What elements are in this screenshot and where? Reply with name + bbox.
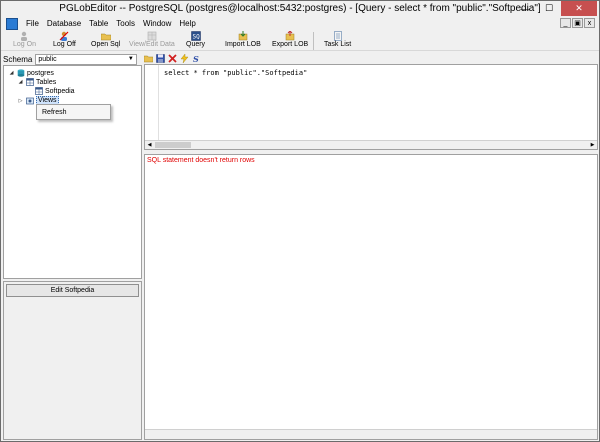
collapse-icon[interactable]: ◢	[8, 70, 15, 77]
result-horizontal-scrollbar[interactable]	[145, 429, 597, 439]
menu-file[interactable]: File	[22, 19, 43, 28]
toolbar-separator	[313, 32, 314, 50]
minimize-button[interactable]: —	[513, 1, 537, 16]
chevron-down-icon: ▼	[127, 55, 134, 62]
database-icon	[17, 69, 25, 77]
mdi-minimize-button[interactable]: _	[560, 18, 571, 28]
main-toolbar: Log On Log Off Open Sql View/Edit Data S…	[1, 30, 599, 51]
open-folder-icon[interactable]	[144, 54, 153, 63]
tables-icon	[26, 78, 34, 86]
open-folder-icon	[100, 33, 111, 41]
editor-toolbar: S	[144, 52, 201, 64]
sql-editor[interactable]: select * from "public"."Softpedia" ◀ ▶	[144, 64, 598, 150]
import-icon	[238, 31, 248, 41]
object-tree: ◢ postgres ◢ Tables Softpedia ▷ Views	[3, 65, 142, 279]
log-on-button[interactable]: Log On	[13, 30, 36, 51]
scrollbar-thumb[interactable]	[155, 142, 191, 148]
export-lob-button[interactable]: Export LOB	[272, 30, 308, 51]
close-button[interactable]: ✕	[561, 1, 597, 16]
scroll-right-icon[interactable]: ▶	[588, 141, 597, 149]
log-off-button[interactable]: Log Off	[53, 30, 76, 51]
views-icon	[26, 97, 34, 104]
window-title: PGLobEditor -- PostgreSQL (postgres@loca…	[59, 3, 541, 14]
save-icon[interactable]	[156, 53, 165, 63]
schema-row: Schema public ▼	[3, 53, 138, 65]
menu-help[interactable]: Help	[175, 19, 199, 28]
tree-node-label: postgres	[27, 69, 54, 77]
scroll-left-icon[interactable]: ◀	[145, 141, 154, 149]
result-message: SQL statement doesn't return rows	[147, 157, 255, 164]
window-controls: — ☐ ✕	[513, 1, 597, 16]
context-menu-refresh[interactable]: Refresh	[42, 109, 67, 116]
view-edit-data-label: View/Edit Data	[129, 41, 175, 48]
schema-dropdown[interactable]: public ▼	[35, 53, 138, 65]
context-menu: Refresh	[36, 104, 111, 120]
app-window: PGLobEditor -- PostgreSQL (postgres@loca…	[0, 0, 600, 442]
query-icon: SQ	[190, 31, 201, 41]
mdi-controls: _ ▣ x	[560, 18, 595, 28]
tree-node-label: Tables	[36, 78, 57, 86]
mdi-close-button[interactable]: x	[584, 18, 595, 28]
execute-icon[interactable]	[180, 53, 189, 63]
maximize-button[interactable]: ☐	[537, 1, 561, 16]
sql-text[interactable]: select * from "public"."Softpedia"	[164, 69, 307, 77]
query-label: Query	[186, 41, 206, 48]
tree-node-softpedia[interactable]: Softpedia	[35, 87, 75, 95]
schema-label: Schema	[3, 54, 33, 64]
detail-panel: Edit Softpedia	[3, 281, 142, 440]
app-icon[interactable]	[6, 17, 18, 30]
schema-value: public	[38, 55, 57, 63]
mdi-restore-button[interactable]: ▣	[572, 18, 583, 28]
menu-window[interactable]: Window	[139, 19, 175, 28]
editor-horizontal-scrollbar[interactable]: ◀ ▶	[145, 140, 597, 149]
log-on-label: Log On	[13, 41, 36, 48]
export-lob-label: Export LOB	[272, 41, 309, 48]
log-on-icon	[21, 31, 28, 41]
svg-text:SQ: SQ	[192, 34, 200, 41]
log-off-icon	[59, 31, 69, 41]
log-off-label: Log Off	[53, 41, 76, 48]
import-lob-button[interactable]: Import LOB	[225, 30, 261, 51]
task-list-icon	[333, 31, 342, 41]
tree-node-tables[interactable]: ◢ Tables	[17, 78, 56, 86]
delete-icon[interactable]	[168, 53, 177, 63]
task-list-button[interactable]: Task List	[324, 30, 351, 51]
menu-database[interactable]: Database	[43, 19, 85, 28]
menu-tools[interactable]: Tools	[112, 19, 139, 28]
table-icon	[35, 87, 43, 95]
grid-icon	[147, 31, 157, 41]
export-icon	[285, 31, 295, 41]
tree-node-label: Softpedia	[45, 87, 75, 95]
open-sql-button[interactable]: Open Sql	[91, 30, 120, 51]
expand-icon[interactable]: ▷	[17, 97, 24, 104]
task-list-label: Task List	[324, 41, 352, 48]
menu-bar: File Database Table Tools Window Help _ …	[1, 17, 599, 30]
edit-table-button[interactable]: Edit Softpedia	[6, 284, 139, 297]
title-bar: PGLobEditor -- PostgreSQL (postgres@loca…	[1, 1, 599, 17]
format-sql-icon[interactable]: S	[192, 54, 201, 63]
menu-table[interactable]: Table	[85, 19, 112, 28]
view-edit-data-button[interactable]: View/Edit Data	[129, 30, 175, 51]
svg-text:S: S	[193, 54, 199, 63]
open-sql-label: Open Sql	[91, 41, 121, 48]
result-panel: SQL statement doesn't return rows	[144, 154, 598, 440]
tree-node-postgres[interactable]: ◢ postgres	[8, 69, 54, 77]
query-button[interactable]: SQ Query	[186, 30, 205, 51]
import-lob-label: Import LOB	[225, 41, 261, 48]
editor-gutter	[145, 65, 159, 141]
collapse-icon[interactable]: ◢	[17, 79, 24, 86]
